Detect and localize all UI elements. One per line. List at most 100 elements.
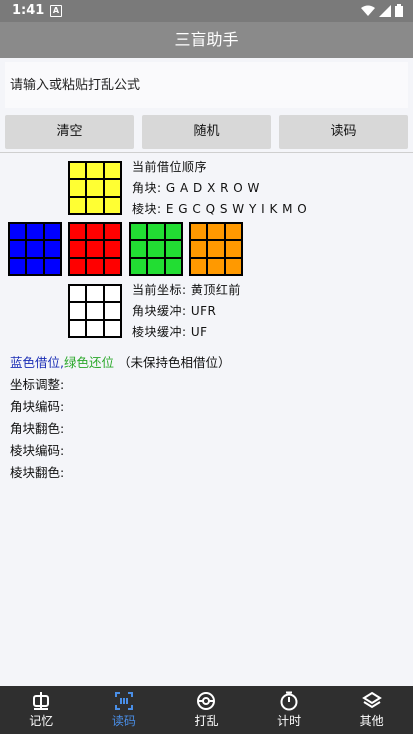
legend-note: （未保持色相借位） xyxy=(117,355,231,370)
cube-sticker xyxy=(86,162,104,180)
cube-sticker xyxy=(86,196,104,214)
battery-icon xyxy=(395,4,403,17)
nav-timer[interactable]: 计时 xyxy=(248,686,331,734)
scan-code-icon xyxy=(114,692,133,710)
corner-buffer-row: 角块缓冲: UFR xyxy=(132,301,241,322)
cube-sticker xyxy=(86,285,104,303)
cube-sticker xyxy=(43,257,61,275)
borrow-order-info: 当前借位顺序 角块: G A D X R O W 棱块: E G C Q S W… xyxy=(132,157,307,220)
cube-sticker xyxy=(164,223,182,241)
cube-sticker xyxy=(147,257,165,275)
cube-sticker xyxy=(207,240,225,258)
cube-sticker xyxy=(103,257,121,275)
cube-sticker xyxy=(190,257,208,275)
cube-sticker xyxy=(164,257,182,275)
cube-sticker xyxy=(130,223,148,241)
corner-flip-label: 角块翻色: xyxy=(10,421,65,436)
cube-sticker xyxy=(103,196,121,214)
edge-order-row: 棱块: E G C Q S W Y I K M O xyxy=(132,199,307,220)
cube-sticker xyxy=(69,179,87,197)
nav-memory-label: 记忆 xyxy=(29,714,54,728)
nav-read-code-label: 读码 xyxy=(111,714,136,728)
coord-value: 黄顶红前 xyxy=(190,283,241,297)
cube-sticker xyxy=(130,240,148,258)
cube-sticker xyxy=(103,319,121,337)
random-button[interactable]: 随机 xyxy=(142,115,271,149)
cube-face-right xyxy=(129,222,183,276)
cube-sticker xyxy=(86,257,104,275)
scramble-input[interactable] xyxy=(5,62,408,108)
status-bar: 1:41 A xyxy=(0,0,413,22)
cube-sticker xyxy=(224,240,242,258)
cube-sticker xyxy=(69,223,87,241)
edge-buffer-row: 棱块缓冲: UF xyxy=(132,322,241,343)
edge-flip-label: 棱块翻色: xyxy=(10,465,65,480)
cube-sticker xyxy=(86,302,104,320)
app-title: 三盲助手 xyxy=(0,22,413,58)
cube-sticker xyxy=(86,240,104,258)
cube-sticker xyxy=(164,240,182,258)
cube-sticker xyxy=(207,223,225,241)
status-icons xyxy=(361,4,403,17)
nav-scramble[interactable]: 打乱 xyxy=(165,686,248,734)
cube-sticker xyxy=(43,223,61,241)
nav-other[interactable]: 其他 xyxy=(330,686,413,734)
borrow-order-title: 当前借位顺序 xyxy=(132,160,208,174)
cube-sticker xyxy=(207,257,225,275)
scramble-icon xyxy=(197,692,216,710)
corner-buffer-value: UFR xyxy=(190,304,217,318)
nav-other-label: 其他 xyxy=(359,714,384,728)
cube-sticker xyxy=(26,257,44,275)
cube-sticker xyxy=(69,162,87,180)
edge-code-label: 棱块编码: xyxy=(10,443,65,458)
legend-blue: 蓝色借位, xyxy=(10,355,64,370)
cube-face-back xyxy=(189,222,243,276)
memory-icon xyxy=(33,692,50,710)
cube-sticker xyxy=(9,223,27,241)
color-legend: 蓝色借位,绿色还位 （未保持色相借位） xyxy=(10,352,231,374)
layers-icon xyxy=(361,691,382,709)
cube-sticker xyxy=(190,223,208,241)
cube-sticker xyxy=(103,285,121,303)
corner-buffer-label: 角块缓冲: xyxy=(132,304,187,318)
cube-sticker xyxy=(103,302,121,320)
cube-sticker xyxy=(86,223,104,241)
app-notification-icon: A xyxy=(50,5,62,17)
timer-icon xyxy=(280,691,298,711)
corner-order-label: 角块: xyxy=(132,181,162,195)
coordinate-info: 当前坐标: 黄顶红前 角块缓冲: UFR 棱块缓冲: UF xyxy=(132,280,241,343)
cube-sticker xyxy=(147,223,165,241)
cube-face-top xyxy=(68,161,122,215)
cube-sticker xyxy=(103,162,121,180)
cube-sticker xyxy=(26,240,44,258)
divider xyxy=(0,152,413,153)
nav-scramble-label: 打乱 xyxy=(194,714,219,728)
nav-timer-label: 计时 xyxy=(277,714,302,728)
nav-read-code[interactable]: 读码 xyxy=(83,686,166,734)
cube-sticker xyxy=(69,285,87,303)
edge-order-label: 棱块: xyxy=(132,202,162,216)
coord-row: 当前坐标: 黄顶红前 xyxy=(132,280,241,301)
cube-sticker xyxy=(86,179,104,197)
cube-sticker xyxy=(43,240,61,258)
cube-sticker xyxy=(69,319,87,337)
cube-sticker xyxy=(224,223,242,241)
cube-face-left xyxy=(8,222,62,276)
signal-icon xyxy=(379,4,391,17)
edge-order-value: E G C Q S W Y I K M O xyxy=(165,202,308,216)
coord-label: 当前坐标: xyxy=(132,283,187,297)
cube-face-bottom xyxy=(68,284,122,338)
cube-sticker xyxy=(130,257,148,275)
read-button[interactable]: 读码 xyxy=(279,115,408,149)
coord-adjust-label: 坐标调整: xyxy=(10,377,65,392)
bottom-nav: 记忆 读码 打乱 计时 其他 xyxy=(0,686,413,734)
cube-sticker xyxy=(190,240,208,258)
cube-sticker xyxy=(69,240,87,258)
corner-code-label: 角块编码: xyxy=(10,399,65,414)
nav-memory[interactable]: 记忆 xyxy=(0,686,83,734)
edge-buffer-label: 棱块缓冲: xyxy=(132,325,187,339)
corner-order-value: G A D X R O W xyxy=(165,181,260,195)
clear-button[interactable]: 清空 xyxy=(5,115,134,149)
cube-sticker xyxy=(103,223,121,241)
cube-sticker xyxy=(26,223,44,241)
